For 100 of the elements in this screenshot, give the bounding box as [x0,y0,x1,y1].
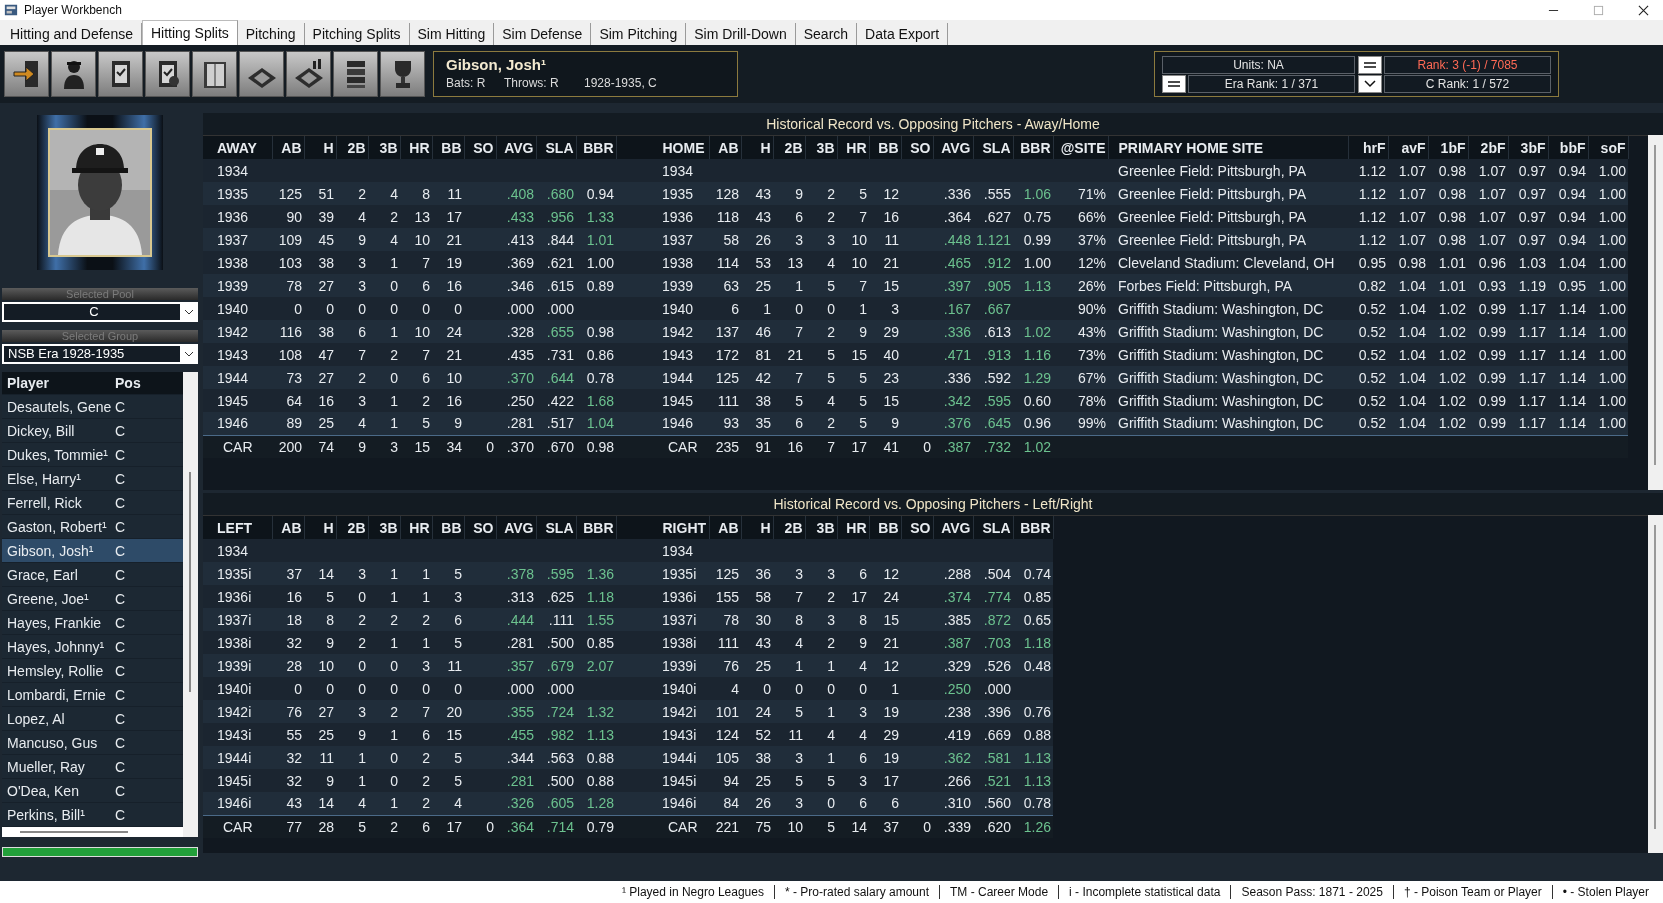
player-list-item[interactable]: Perkins, Bill¹ C [2,803,183,827]
chevron-down-icon[interactable] [1358,75,1382,93]
scrollbar[interactable] [183,372,198,837]
column-header[interactable]: SLA [973,136,1013,159]
column-header[interactable]: 2B [336,136,368,159]
tab[interactable]: Hitting Splits [141,20,238,45]
player-list-item[interactable]: Greene, Joe¹ C [2,587,183,611]
player-list-item[interactable]: Gibson, Josh¹ C [2,539,183,563]
player-list-item[interactable]: Mueller, Ray C [2,755,183,779]
pool-dropdown[interactable]: C [2,302,198,322]
column-header[interactable]: 1bF [1428,136,1468,159]
column-header[interactable]: BB [432,516,464,539]
close-icon[interactable] [1638,4,1649,16]
player-list-item[interactable]: Gaston, Robert¹ C [2,515,183,539]
table-cell: 0 [400,297,432,320]
player-list-item[interactable]: O'Dea, Ken C [2,779,183,803]
column-header[interactable]: AVG [496,516,536,539]
column-header[interactable]: soF [1588,136,1628,159]
table-cell: 21 [869,631,901,654]
column-header[interactable]: SO [901,136,933,159]
stadium-chart-icon[interactable] [286,51,331,97]
player-icon[interactable] [51,51,96,97]
player-list-item[interactable]: Desautels, Gene C [2,395,183,419]
column-header[interactable]: HR [837,136,869,159]
column-header[interactable]: BBR [1013,516,1053,539]
column-header[interactable]: SO [901,516,933,539]
column-header[interactable]: AVG [933,136,973,159]
column-header[interactable]: PRIMARY HOME SITE [1108,136,1348,159]
column-header[interactable]: SO [464,136,496,159]
column-header[interactable]: BB [432,136,464,159]
column-header[interactable]: AB [272,516,304,539]
column-header[interactable]: HR [837,516,869,539]
player-list-item[interactable]: Else, Harry¹ C [2,467,183,491]
column-header[interactable]: BB [869,516,901,539]
player-list-item[interactable]: Grace, Earl C [2,563,183,587]
table-cell: 1.04 [1388,389,1428,412]
column-header[interactable]: 3B [368,136,400,159]
column-header[interactable]: 2B [773,516,805,539]
column-header[interactable]: SLA [536,136,576,159]
column-header[interactable]: 2bF [1468,136,1508,159]
clipboard-icon[interactable] [98,51,143,97]
table-cell: 3 [336,389,368,412]
scrollbar[interactable] [1648,135,1663,490]
table-cell: 25 [741,654,773,677]
column-header[interactable]: 3B [805,516,837,539]
year-header[interactable]: AWAY [203,136,272,159]
column-header[interactable]: BB [869,136,901,159]
player-list-item[interactable]: Hemsley, Rollie C [2,659,183,683]
column-header[interactable]: 3bF [1508,136,1548,159]
column-header[interactable]: @SITE [1053,136,1108,159]
table-cell: 9 [336,723,368,746]
player-list-item[interactable]: Dickey, Bill C [2,419,183,443]
year-header[interactable]: RIGHT [616,516,709,539]
column-header[interactable]: BBR [576,136,616,159]
player-list-item[interactable]: Hayes, Frankie C [2,611,183,635]
column-header[interactable]: AB [272,136,304,159]
column-header[interactable]: BBR [1013,136,1053,159]
year-header[interactable]: LEFT [203,516,272,539]
stadium-icon[interactable] [239,51,284,97]
column-header[interactable]: 3B [368,516,400,539]
column-header[interactable]: H [304,136,336,159]
column-header[interactable]: SLA [536,516,576,539]
column-header[interactable]: SLA [973,516,1013,539]
column-header[interactable]: 2B [773,136,805,159]
column-header[interactable]: 2B [336,516,368,539]
column-header[interactable]: H [304,516,336,539]
player-list-item[interactable]: Ferrell, Rick C [2,491,183,515]
column-header[interactable]: bbF [1548,136,1588,159]
column-header[interactable]: avF [1388,136,1428,159]
player-list-item[interactable]: Hayes, Johnny¹ C [2,635,183,659]
column-header[interactable]: BBR [576,516,616,539]
year-header[interactable]: HOME [616,136,709,159]
scrollbar[interactable] [2,827,183,837]
column-header[interactable]: HR [400,516,432,539]
table-cell: 1.13 [1013,769,1053,792]
column-header[interactable]: AVG [933,516,973,539]
table-cell: 37% [1053,228,1108,251]
column-header[interactable]: AVG [496,136,536,159]
group-dropdown[interactable]: NSB Era 1928-1935 [2,344,198,364]
player-list-item[interactable]: Dukes, Tommie¹ C [2,443,183,467]
trophy-icon[interactable] [380,51,425,97]
menu-icon[interactable] [1162,75,1186,93]
table-cell: 13 [773,251,805,274]
column-header[interactable]: AB [709,516,741,539]
scrollbar[interactable] [1648,515,1663,853]
column-header[interactable]: H [741,136,773,159]
table-cell: 8 [304,608,336,631]
column-header[interactable]: SO [464,516,496,539]
table-cell: .370 [496,366,536,389]
menu-icon[interactable] [1358,56,1382,74]
clipboard-clock-icon[interactable] [145,51,190,97]
column-header[interactable]: AB [709,136,741,159]
player-list-item[interactable]: Mancuso, Gus C [2,731,183,755]
stack-icon[interactable] [333,51,378,97]
player-list-item[interactable]: Lopez, Al C [2,707,183,731]
column-header[interactable]: 3B [805,136,837,159]
column-header[interactable]: HR [400,136,432,159]
column-header[interactable]: hrF [1348,136,1388,159]
column-header[interactable]: H [741,516,773,539]
player-list-item[interactable]: Lombardi, Ernie C [2,683,183,707]
